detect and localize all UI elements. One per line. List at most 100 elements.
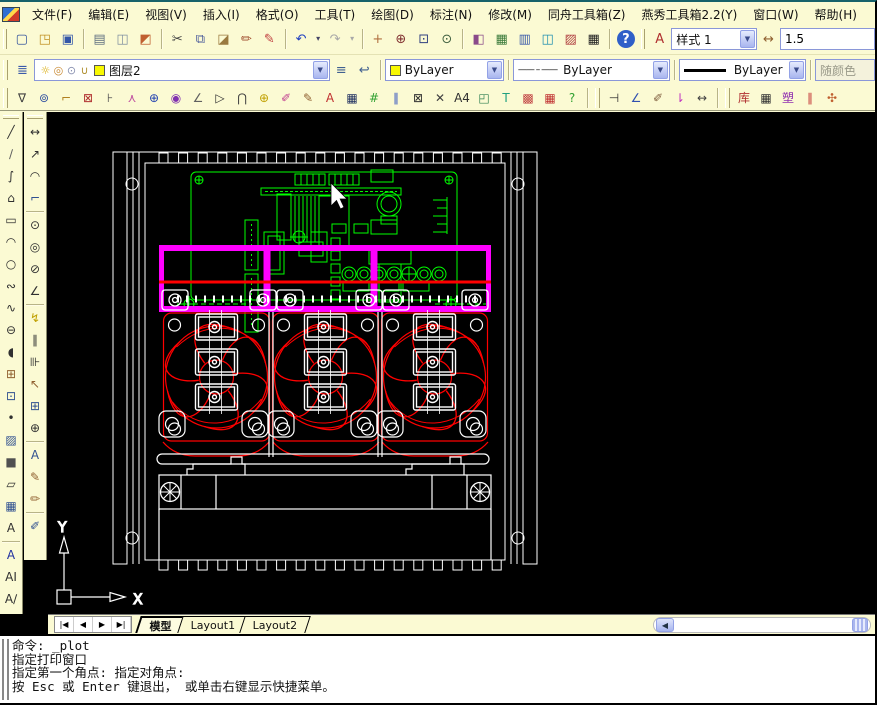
freeze-sun-icon[interactable]: ◎ [52,62,65,78]
linear-dimension-icon[interactable]: ↔ [25,121,46,143]
copy-icon[interactable]: ⧉ [189,28,212,51]
text-icon[interactable]: A [1,544,22,566]
toolbar-grip[interactable] [725,87,730,108]
command-window[interactable]: 命令: _plot 指定打印窗口 指定第一个角点: 指定对角点: 按 Esc 或 En… [0,634,875,703]
plastic-icon[interactable]: 塑 [777,87,799,108]
tab-first-icon[interactable]: |◀ [55,617,74,632]
redo-dropdown-icon[interactable]: ▾ [347,28,358,51]
paste-icon[interactable]: ◪ [212,28,235,51]
toolbar-grip[interactable] [3,115,19,119]
tab-next-icon[interactable]: ▶ [93,617,112,632]
snap-window-icon[interactable]: ⊠ [77,87,99,108]
text-green-icon[interactable]: T [495,87,517,108]
menu-item-2[interactable]: 编辑(E) [80,5,137,24]
menu-item-5[interactable]: 格式(O) [248,5,307,24]
scroll-left-button[interactable]: ◀ [656,618,674,632]
single-line-text-icon[interactable]: AI [1,566,22,588]
color-combo[interactable]: ByLayer ▼ [384,59,504,81]
cut-icon[interactable]: ✂ [166,28,189,51]
drawing-canvas[interactable]: Y X [47,112,875,614]
angle-dim-icon[interactable]: ∠ [625,87,647,108]
hatch-icon[interactable]: ▨ [1,429,22,451]
a4-paper-icon[interactable]: A4 [451,87,473,108]
construction-line-icon[interactable]: ∕ [1,143,22,165]
line-icon[interactable]: ╱ [1,121,22,143]
menu-item-1[interactable]: 文件(F) [24,5,80,24]
redo-icon[interactable]: ↷ [324,28,347,51]
text-style-combo[interactable]: 样式 1 ▼ [671,28,757,50]
snap-quadrant-icon[interactable]: ◉ [165,87,187,108]
angular-dimension-icon[interactable]: ∠ [25,280,46,302]
sheetset-icon[interactable]: ◫ [536,28,559,51]
igbt-modules[interactable] [156,289,490,465]
zoom-window-icon[interactable]: ⊡ [412,28,435,51]
dimension-update-icon[interactable]: ✐ [25,515,46,537]
layers-icon[interactable]: ≣ [11,59,34,82]
menu-item-12[interactable]: 窗口(W) [745,5,806,24]
make-block-icon[interactable]: ⊡ [1,385,22,407]
jogged-dimension-icon[interactable]: ◎ [25,236,46,258]
new-icon[interactable]: ▢ [10,28,33,51]
continue-dimension-icon[interactable]: ⊪ [25,351,46,373]
horizontal-dim-icon[interactable]: ↔ [691,87,713,108]
pan-icon[interactable]: + [366,28,389,51]
toolbar-grip[interactable] [595,87,600,108]
menu-item-11[interactable]: 燕秀工具箱2.2(Y) [634,5,746,24]
publish-icon[interactable]: ◩ [134,28,157,51]
dimension-text-icon[interactable]: A [25,444,46,466]
dim-table-icon[interactable]: ▩ [517,87,539,108]
app-icon[interactable] [2,6,20,22]
revcloud-icon[interactable]: ∾ [1,275,22,297]
arrow-down-dim-icon[interactable]: ⇂ [669,87,691,108]
tab-Layout2[interactable]: Layout2 [239,616,312,633]
table-icon[interactable]: ▦ [1,495,22,517]
baseline-dimension-icon[interactable]: ∥ [25,329,46,351]
chevron-down-icon[interactable]: ▼ [486,61,502,79]
save-icon[interactable]: ▣ [56,28,79,51]
diameter-dimension-icon[interactable]: ⊘ [25,258,46,280]
dimension-text-edit-icon[interactable]: ✏ [25,488,46,510]
dim-scale-input[interactable] [779,28,875,50]
erase-tool-icon[interactable]: ⊠ [407,87,429,108]
bulb-on-icon[interactable]: ☼ [39,62,52,78]
column-tool-icon[interactable]: ∥ [385,87,407,108]
insert-block-icon[interactable]: ⊞ [1,363,22,385]
tolerance-icon[interactable]: ⊞ [25,395,46,417]
menu-item-7[interactable]: 绘图(D) [363,5,422,24]
scrollbar-grip[interactable] [852,618,868,632]
toolbar-grip[interactable] [3,87,8,108]
circle-icon[interactable]: ○ [1,253,22,275]
snap-parallel-icon[interactable]: ⋂ [231,87,253,108]
bottom-assembly[interactable] [158,456,492,560]
match-properties-icon[interactable]: ✏ [235,28,258,51]
chevron-down-icon[interactable]: ▼ [739,30,755,48]
zoom-previous-icon[interactable]: ⊙ [435,28,458,51]
toolbar-grip[interactable] [3,60,8,80]
quick-leader-icon[interactable]: ↖ [25,373,46,395]
lineweight-combo[interactable]: ByLayer ▼ [678,59,806,81]
yanxiu-help-icon[interactable]: ? [561,87,583,108]
viewport-freeze-icon[interactable]: ⊙ [65,62,78,78]
arc-icon[interactable]: ◠ [1,231,22,253]
quick-dimension-icon[interactable]: ↯ [25,307,46,329]
snap-endpoint-icon[interactable]: ⌐ [55,87,77,108]
plot-icon[interactable]: ▤ [88,28,111,51]
radius-dimension-icon[interactable]: ⊙ [25,214,46,236]
open-icon[interactable]: ◳ [33,28,56,51]
unlock-icon[interactable]: ∪ [78,62,91,78]
track-point-icon[interactable]: ⊦ [99,87,121,108]
tool-palettes-icon[interactable]: ▥ [513,28,536,51]
chevron-down-icon[interactable]: ▼ [312,61,328,79]
linetype-combo[interactable]: —— – —— ByLayer ▼ [512,59,670,81]
markup-icon[interactable]: ▨ [559,28,582,51]
snap-intersection-icon[interactable]: ⋏ [121,87,143,108]
snap-center-icon[interactable]: ⊕ [143,87,165,108]
ellipse-icon[interactable]: ⊖ [1,319,22,341]
snap-tangent-icon[interactable]: ∠ [187,87,209,108]
chevron-down-icon[interactable]: ▼ [788,61,804,79]
help-icon[interactable]: ? [616,30,635,48]
snap-perpendicular-icon[interactable]: ▷ [209,87,231,108]
plot-preview-icon[interactable]: ◫ [111,28,134,51]
horizontal-scrollbar[interactable]: ◀ [653,617,871,633]
quickcalc-icon[interactable]: ▦ [582,28,605,51]
